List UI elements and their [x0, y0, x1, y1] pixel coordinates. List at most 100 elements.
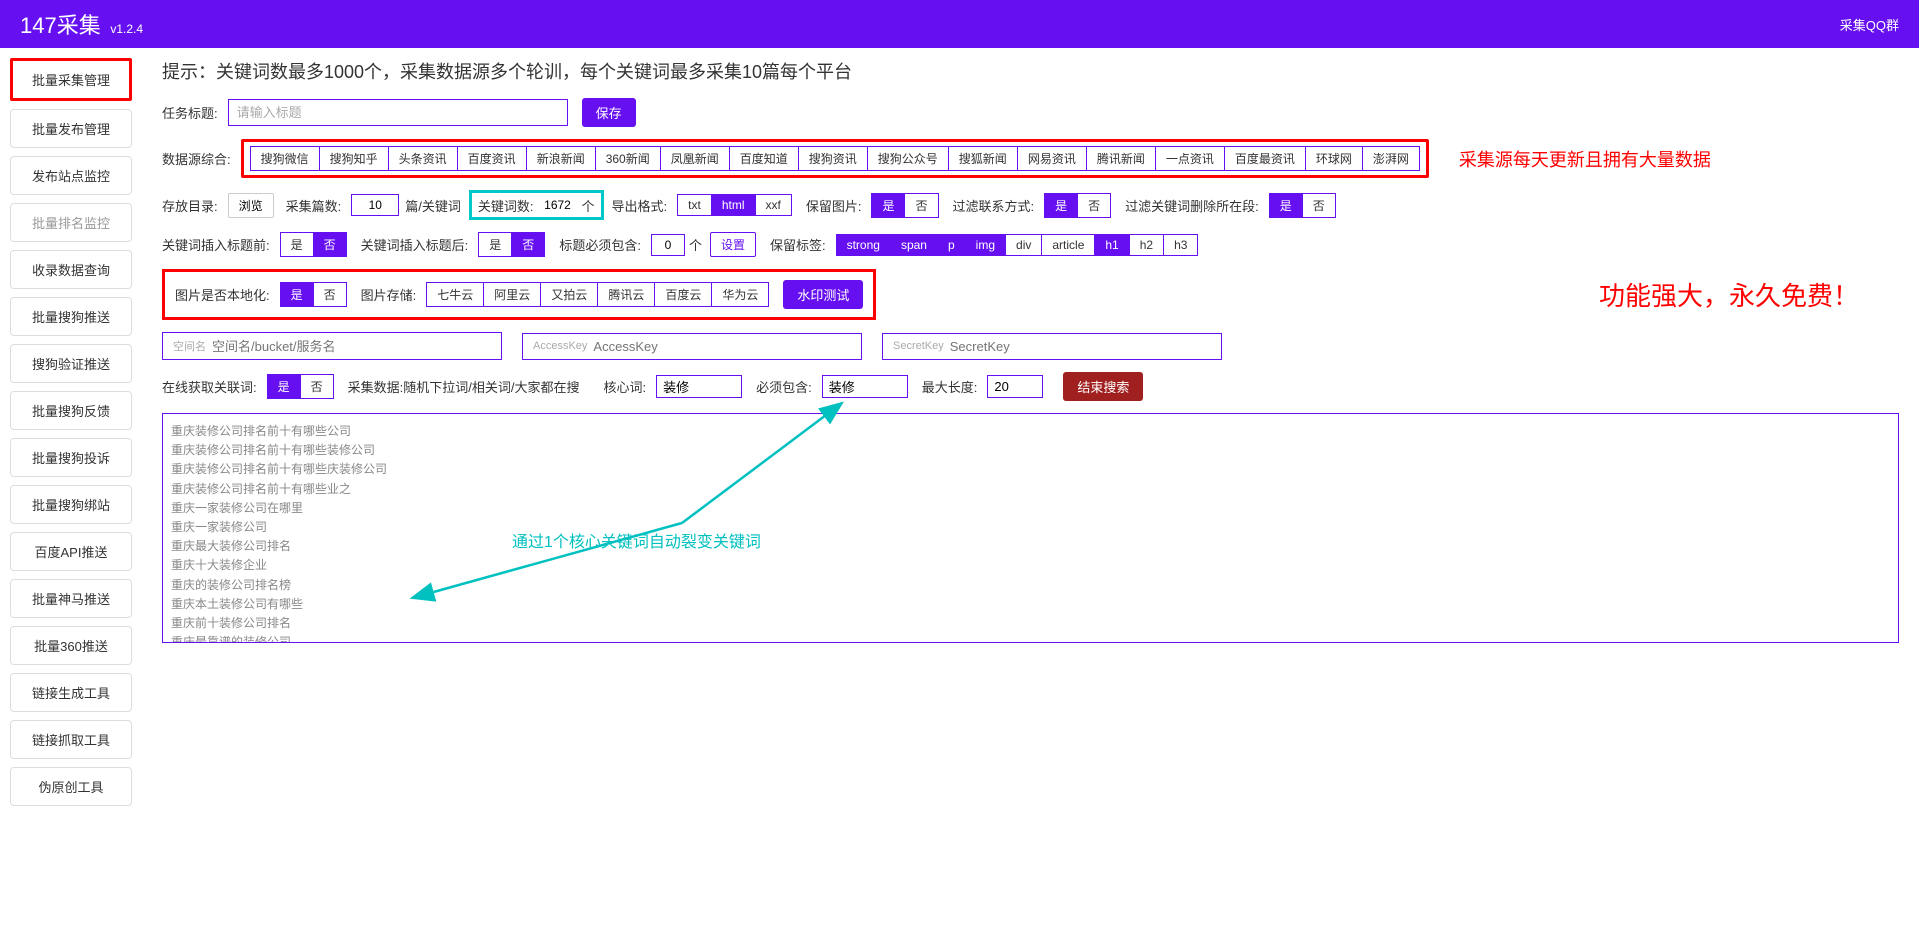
- imagestorage-group-opt-2[interactable]: 又拍云: [541, 283, 598, 306]
- sidebar-item-7[interactable]: 批量搜狗反馈: [10, 391, 132, 430]
- result-line-9: 重庆本土装修公司有哪些: [171, 595, 1890, 614]
- title-must-unit: 个: [689, 235, 702, 254]
- datasource-group-opt-12[interactable]: 腾讯新闻: [1087, 147, 1156, 170]
- sidebar-item-2[interactable]: 发布站点监控: [10, 156, 132, 195]
- export-group-opt-2[interactable]: xxf: [756, 195, 791, 215]
- keeptags-group-opt-3[interactable]: img: [966, 235, 1006, 255]
- insert-before-label: 关键词插入标题前:: [162, 235, 270, 254]
- datasource-group-opt-0[interactable]: 搜狗微信: [251, 147, 320, 170]
- end-search-button[interactable]: 结束搜索: [1063, 372, 1143, 401]
- sidebar-item-8[interactable]: 批量搜狗投诉: [10, 438, 132, 477]
- datasource-group-opt-4[interactable]: 新浪新闻: [527, 147, 596, 170]
- filterkw-group-opt-1[interactable]: 否: [1303, 194, 1335, 217]
- must-contain-input[interactable]: [822, 375, 908, 398]
- filterkw-group-opt-0[interactable]: 是: [1270, 194, 1303, 217]
- keeptags-group-opt-4[interactable]: div: [1006, 235, 1042, 255]
- result-line-2: 重庆装修公司排名前十有哪些庆装修公司: [171, 460, 1890, 479]
- datasource-group-opt-10[interactable]: 搜狐新闻: [949, 147, 1018, 170]
- save-button[interactable]: 保存: [582, 98, 636, 127]
- sidebar-item-10[interactable]: 百度API推送: [10, 532, 132, 571]
- keeptags-group-opt-5[interactable]: article: [1042, 235, 1095, 255]
- result-textarea[interactable]: 重庆装修公司排名前十有哪些公司重庆装修公司排名前十有哪些装修公司重庆装修公司排名…: [162, 413, 1899, 643]
- keyword-count-input[interactable]: [538, 195, 578, 215]
- imagestorage-group-opt-1[interactable]: 阿里云: [484, 283, 541, 306]
- access-key-field[interactable]: AccessKey: [522, 333, 862, 360]
- must-contain-label: 必须包含:: [756, 377, 812, 396]
- datasource-group-opt-11[interactable]: 网易资讯: [1018, 147, 1087, 170]
- task-title-input[interactable]: [228, 99, 568, 126]
- insertbefore-group-opt-0[interactable]: 是: [281, 233, 314, 256]
- settings-button[interactable]: 设置: [710, 232, 756, 257]
- datasource-group-opt-14[interactable]: 百度最资讯: [1225, 147, 1306, 170]
- sidebar-item-5[interactable]: 批量搜狗推送: [10, 297, 132, 336]
- sidebar-item-9[interactable]: 批量搜狗绑站: [10, 485, 132, 524]
- sidebar-item-14[interactable]: 链接抓取工具: [10, 720, 132, 759]
- sidebar-item-4[interactable]: 收录数据查询: [10, 250, 132, 289]
- datasource-group-opt-16[interactable]: 澎湃网: [1363, 147, 1419, 170]
- sidebar-item-11[interactable]: 批量神马推送: [10, 579, 132, 618]
- secret-key-field[interactable]: SecretKey: [882, 333, 1222, 360]
- secret-key-input[interactable]: [950, 339, 1211, 354]
- saveimg-group-opt-0[interactable]: 是: [872, 194, 905, 217]
- datasource-group-opt-2[interactable]: 头条资讯: [389, 147, 458, 170]
- image-local-toggle: 是否: [280, 282, 347, 307]
- onlinekw-group-opt-1[interactable]: 否: [301, 375, 333, 398]
- title-must-input[interactable]: [651, 234, 685, 256]
- imagelocal-group-opt-0[interactable]: 是: [281, 283, 314, 306]
- insertafter-group-opt-0[interactable]: 是: [479, 233, 512, 256]
- keeptags-group-opt-6[interactable]: h1: [1095, 235, 1129, 255]
- imagestorage-group-opt-5[interactable]: 华为云: [712, 283, 768, 306]
- sidebar-item-3[interactable]: 批量排名监控: [10, 203, 132, 242]
- online-source-label: 采集数据:随机下拉词/相关词/大家都在搜: [348, 377, 580, 396]
- keeptags-group-opt-0[interactable]: strong: [837, 235, 891, 255]
- hint-text: 提示：关键词数最多1000个，采集数据源多个轮训，每个关键词最多采集10篇每个平…: [162, 58, 1899, 84]
- access-key-input[interactable]: [593, 339, 851, 354]
- keeptags-group-opt-7[interactable]: h2: [1130, 235, 1164, 255]
- insertbefore-group-opt-1[interactable]: 否: [314, 233, 346, 256]
- count-input[interactable]: [351, 194, 399, 216]
- keeptags-group-opt-8[interactable]: h3: [1164, 235, 1197, 255]
- browse-button[interactable]: 浏览: [228, 193, 274, 218]
- keeptags-group-opt-1[interactable]: span: [891, 235, 938, 255]
- saveimg-label: 保留图片:: [806, 196, 862, 215]
- dir-label: 存放目录:: [162, 196, 218, 215]
- imagelocal-group-opt-1[interactable]: 否: [314, 283, 346, 306]
- access-key-prefix: AccessKey: [533, 340, 587, 352]
- space-name-input[interactable]: [212, 339, 491, 354]
- onlinekw-group-opt-0[interactable]: 是: [268, 375, 301, 398]
- datasource-group-opt-6[interactable]: 凤凰新闻: [661, 147, 730, 170]
- export-label: 导出格式:: [612, 196, 668, 215]
- result-line-0: 重庆装修公司排名前十有哪些公司: [171, 422, 1890, 441]
- datasource-group-opt-5[interactable]: 360新闻: [596, 147, 661, 170]
- imagestorage-group-opt-3[interactable]: 腾讯云: [598, 283, 655, 306]
- sidebar-item-12[interactable]: 批量360推送: [10, 626, 132, 665]
- imagestorage-group-opt-4[interactable]: 百度云: [655, 283, 712, 306]
- space-name-field[interactable]: 空间名: [162, 332, 502, 360]
- sidebar-item-0[interactable]: 批量采集管理: [10, 58, 132, 101]
- sidebar-item-13[interactable]: 链接生成工具: [10, 673, 132, 712]
- sidebar-item-6[interactable]: 搜狗验证推送: [10, 344, 132, 383]
- datasource-group-opt-13[interactable]: 一点资讯: [1156, 147, 1225, 170]
- max-length-input[interactable]: [987, 375, 1043, 398]
- watermark-button[interactable]: 水印测试: [783, 280, 863, 309]
- sidebar-item-1[interactable]: 批量发布管理: [10, 109, 132, 148]
- app-version: v1.2.4: [110, 22, 143, 36]
- datasource-group-opt-15[interactable]: 环球网: [1306, 147, 1363, 170]
- datasource-group-opt-1[interactable]: 搜狗知乎: [320, 147, 389, 170]
- export-group-opt-1[interactable]: html: [712, 195, 756, 215]
- filtercontact-group-opt-1[interactable]: 否: [1078, 194, 1110, 217]
- datasource-group-opt-8[interactable]: 搜狗资讯: [799, 147, 868, 170]
- datasource-group-opt-7[interactable]: 百度知道: [730, 147, 799, 170]
- filtercontact-group-opt-0[interactable]: 是: [1045, 194, 1078, 217]
- filter-contact-toggle: 是否: [1044, 193, 1111, 218]
- export-group-opt-0[interactable]: txt: [678, 195, 712, 215]
- qq-group-link[interactable]: 采集QQ群: [1840, 15, 1899, 34]
- imagestorage-group-opt-0[interactable]: 七牛云: [427, 283, 484, 306]
- datasource-group-opt-3[interactable]: 百度资讯: [458, 147, 527, 170]
- keeptags-group-opt-2[interactable]: p: [938, 235, 966, 255]
- datasource-group-opt-9[interactable]: 搜狗公众号: [868, 147, 949, 170]
- core-word-input[interactable]: [656, 375, 742, 398]
- saveimg-group-opt-1[interactable]: 否: [905, 194, 937, 217]
- insertafter-group-opt-1[interactable]: 否: [512, 233, 544, 256]
- sidebar-item-15[interactable]: 伪原创工具: [10, 767, 132, 806]
